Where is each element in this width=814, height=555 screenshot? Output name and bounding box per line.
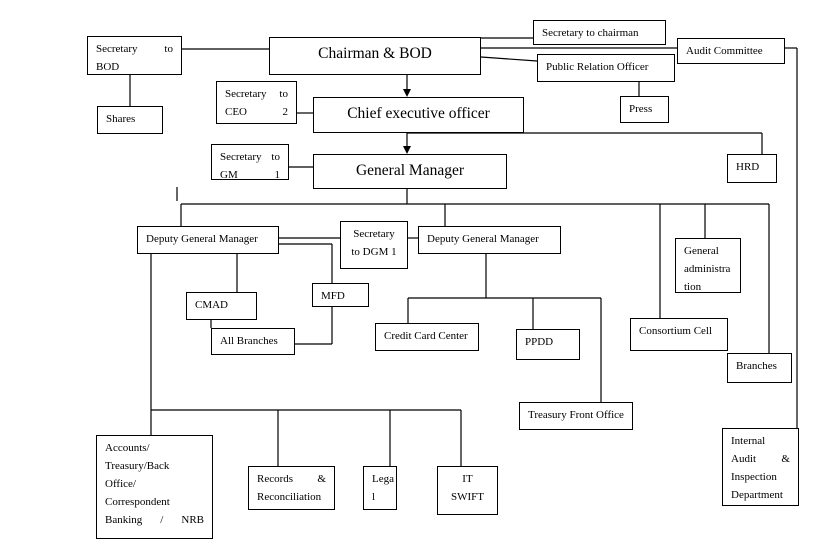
box-shares: Shares xyxy=(97,106,163,134)
box-label-line: HRD xyxy=(736,161,760,173)
box-label-line: Inspection xyxy=(731,471,777,483)
box-label-line: Chairman & BOD xyxy=(318,45,432,62)
box-deputy-general-manager-left: Deputy General Manager xyxy=(137,226,279,254)
box-label-line: Secretary to xyxy=(225,88,288,100)
box-secretary-to-bod: Secretary to BOD xyxy=(87,36,182,75)
box-it-swift: IT SWIFT xyxy=(437,466,498,515)
box-cmad: CMAD xyxy=(186,292,257,320)
box-press: Press xyxy=(620,96,669,123)
box-label-line: Branches xyxy=(736,360,777,372)
box-general-administration: General administra tion xyxy=(675,238,741,293)
box-label-line: Correspondent xyxy=(105,496,170,508)
box-credit-card-center: Credit Card Center xyxy=(375,323,479,351)
box-label-line: All Branches xyxy=(220,335,278,347)
box-label-line: Secretary to chairman xyxy=(542,27,639,39)
box-label-line: Office/ xyxy=(105,478,136,490)
box-label-line: Audit Committee xyxy=(686,45,763,57)
box-audit-committee: Audit Committee xyxy=(677,38,785,64)
box-label-line: Banking / NRB xyxy=(105,514,204,526)
box-label-line: IT xyxy=(462,473,473,485)
box-label-line: l xyxy=(372,491,376,503)
box-label-line: Credit Card Center xyxy=(384,330,468,342)
box-label-line: administra xyxy=(684,263,731,275)
box-general-manager: General Manager xyxy=(313,154,507,189)
box-hrd: HRD xyxy=(727,154,777,183)
box-ppdd: PPDD xyxy=(516,329,580,360)
box-label-line: Internal xyxy=(731,435,766,447)
box-label-line: Press xyxy=(629,103,653,115)
box-label-line: Secretary to xyxy=(220,151,280,163)
box-label-line: Secretary to xyxy=(96,43,173,55)
arrow-down-icon xyxy=(403,146,411,154)
box-label-line: Accounts/ xyxy=(105,442,150,454)
box-label-line: Deputy General Manager xyxy=(427,233,539,245)
box-label-line: tion xyxy=(684,281,702,293)
org-chart: Secretary to BOD Chairman & BOD Secretary t… xyxy=(0,0,814,555)
box-label-line: MFD xyxy=(321,290,345,302)
box-label-line: General Manager xyxy=(355,162,464,179)
box-public-relation-officer: Public Relation Officer xyxy=(537,54,675,82)
box-treasury-front-office: Treasury Front Office xyxy=(519,402,633,430)
box-label-line: PPDD xyxy=(525,336,554,348)
box-label-line: Department xyxy=(731,489,783,501)
box-chairman-bod: Chairman & BOD xyxy=(269,37,481,75)
box-internal-audit-inspection: Internal Audit & Inspection Department xyxy=(722,428,799,506)
box-label-line: BOD xyxy=(96,61,120,73)
box-secretary-to-dgm: Secretary to DGM 1 xyxy=(340,221,408,269)
box-label-line: Audit & xyxy=(731,453,790,465)
box-label-line: Consortium Cell xyxy=(639,325,713,337)
box-chief-executive-officer: Chief executive officer xyxy=(313,97,524,133)
box-label-line: GM 1 xyxy=(220,169,280,180)
box-label-line: Treasury/Back xyxy=(105,460,170,472)
box-label-line: Secretary xyxy=(353,228,395,240)
box-branches: Branches xyxy=(727,353,792,383)
box-all-branches: All Branches xyxy=(211,328,295,355)
box-label-line: CMAD xyxy=(195,299,229,311)
box-deputy-general-manager-right: Deputy General Manager xyxy=(418,226,561,254)
box-label-line: Treasury Front Office xyxy=(528,409,624,421)
box-secretary-to-chairman: Secretary to chairman xyxy=(533,20,666,45)
box-secretary-to-gm: Secretary to GM 1 xyxy=(211,144,289,180)
box-consortium-cell: Consortium Cell xyxy=(630,318,728,351)
box-label-line: Chief executive officer xyxy=(347,105,490,122)
box-label-line: to DGM 1 xyxy=(351,246,397,258)
box-legal: Lega l xyxy=(363,466,397,510)
box-label-line: Shares xyxy=(106,113,136,125)
box-secretary-to-ceo: Secretary to CEO 2 xyxy=(216,81,297,124)
box-label-line: SWIFT xyxy=(451,491,484,503)
box-mfd: MFD xyxy=(312,283,369,307)
box-label-line: Lega xyxy=(372,473,394,485)
box-records-reconciliation: Records & Reconciliation xyxy=(248,466,335,510)
box-label-line: Public Relation Officer xyxy=(546,61,649,73)
connector-line xyxy=(480,56,538,62)
box-label-line: CEO 2 xyxy=(225,106,288,118)
box-label-line: Deputy General Manager xyxy=(146,233,258,245)
box-label-line: Records & xyxy=(257,473,326,485)
box-label-line: General xyxy=(684,245,719,257)
box-accounts-treasury-back-office: Accounts/Treasury/Back Office/Corresponde… xyxy=(96,435,213,539)
box-label-line: Reconciliation xyxy=(257,491,322,503)
arrow-down-icon xyxy=(403,89,411,97)
